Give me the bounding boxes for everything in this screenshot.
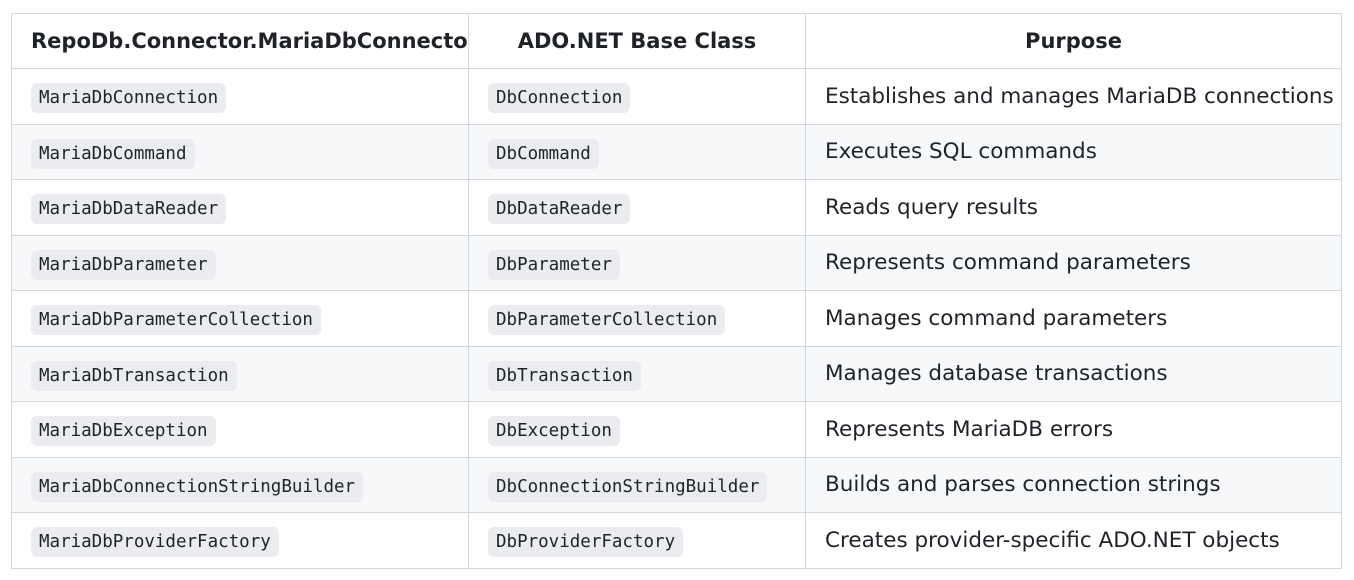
base-cell: DbParameterCollection: [468, 290, 806, 347]
connector-class-code: MariaDbProviderFactory: [31, 527, 279, 558]
header-base-class: ADO.NET Base Class: [468, 13, 806, 69]
connector-class-code: MariaDbCommand: [31, 138, 195, 169]
class-mapping-table: RepoDb.Connector.MariaDbConnector ADO.NE…: [11, 13, 1342, 569]
connector-cell: MariaDbParameterCollection: [11, 290, 469, 347]
purpose-cell: Represents command parameters: [805, 234, 1342, 291]
purpose-cell: Executes SQL commands: [805, 123, 1342, 180]
connector-cell: MariaDbParameter: [11, 234, 469, 291]
table-row: MariaDbParameterCollection DbParameterCo…: [11, 290, 1342, 347]
purpose-cell: Manages database transactions: [805, 345, 1342, 402]
base-cell: DbConnection: [468, 68, 806, 125]
table-row: MariaDbConnection DbConnection Establish…: [11, 68, 1342, 125]
header-row: RepoDb.Connector.MariaDbConnector ADO.NE…: [11, 13, 1342, 69]
table-header: RepoDb.Connector.MariaDbConnector ADO.NE…: [11, 13, 1342, 69]
connector-cell: MariaDbException: [11, 401, 469, 458]
purpose-cell: Builds and parses connection strings: [805, 456, 1342, 513]
base-class-code: DbConnectionStringBuilder: [488, 471, 768, 502]
table-row: MariaDbParameter DbParameter Represents …: [11, 234, 1342, 291]
table-row: MariaDbConnectionStringBuilder DbConnect…: [11, 456, 1342, 513]
table-row: MariaDbTransaction DbTransaction Manages…: [11, 345, 1342, 402]
base-cell: DbProviderFactory: [468, 512, 806, 569]
purpose-cell: Creates provider-specific ADO.NET object…: [805, 512, 1342, 569]
base-cell: DbException: [468, 401, 806, 458]
connector-cell: MariaDbCommand: [11, 123, 469, 180]
connector-cell: MariaDbDataReader: [11, 179, 469, 236]
table-row: MariaDbProviderFactory DbProviderFactory…: [11, 512, 1342, 569]
connector-cell: MariaDbTransaction: [11, 345, 469, 402]
connector-class-code: MariaDbDataReader: [31, 194, 227, 225]
base-class-code: DbConnection: [488, 83, 631, 114]
base-cell: DbParameter: [468, 234, 806, 291]
header-purpose: Purpose: [805, 13, 1342, 69]
connector-cell: MariaDbConnection: [11, 68, 469, 125]
base-cell: DbDataReader: [468, 179, 806, 236]
base-class-code: DbCommand: [488, 138, 599, 169]
base-cell: DbTransaction: [468, 345, 806, 402]
base-class-code: DbParameter: [488, 249, 620, 280]
table-row: MariaDbDataReader DbDataReader Reads que…: [11, 179, 1342, 236]
connector-class-code: MariaDbParameter: [31, 249, 216, 280]
base-class-code: DbProviderFactory: [488, 527, 684, 558]
header-connector-class: RepoDb.Connector.MariaDbConnector: [11, 13, 469, 69]
purpose-cell: Reads query results: [805, 179, 1342, 236]
base-cell: DbCommand: [468, 123, 806, 180]
connector-class-code: MariaDbParameterCollection: [31, 305, 321, 336]
connector-class-code: MariaDbTransaction: [31, 360, 237, 391]
base-cell: DbConnectionStringBuilder: [468, 456, 806, 513]
connector-cell: MariaDbProviderFactory: [11, 512, 469, 569]
table-body: MariaDbConnection DbConnection Establish…: [11, 68, 1342, 569]
purpose-cell: Represents MariaDB errors: [805, 401, 1342, 458]
connector-class-code: MariaDbConnectionStringBuilder: [31, 471, 364, 502]
table-row: MariaDbCommand DbCommand Executes SQL co…: [11, 123, 1342, 180]
base-class-code: DbDataReader: [488, 194, 631, 225]
purpose-cell: Manages command parameters: [805, 290, 1342, 347]
connector-class-code: MariaDbConnection: [31, 83, 227, 114]
table-row: MariaDbException DbException Represents …: [11, 401, 1342, 458]
connector-cell: MariaDbConnectionStringBuilder: [11, 456, 469, 513]
connector-class-code: MariaDbException: [31, 416, 216, 447]
base-class-code: DbException: [488, 416, 620, 447]
purpose-cell: Establishes and manages MariaDB connecti…: [805, 68, 1342, 125]
base-class-code: DbParameterCollection: [488, 305, 726, 336]
base-class-code: DbTransaction: [488, 360, 641, 391]
